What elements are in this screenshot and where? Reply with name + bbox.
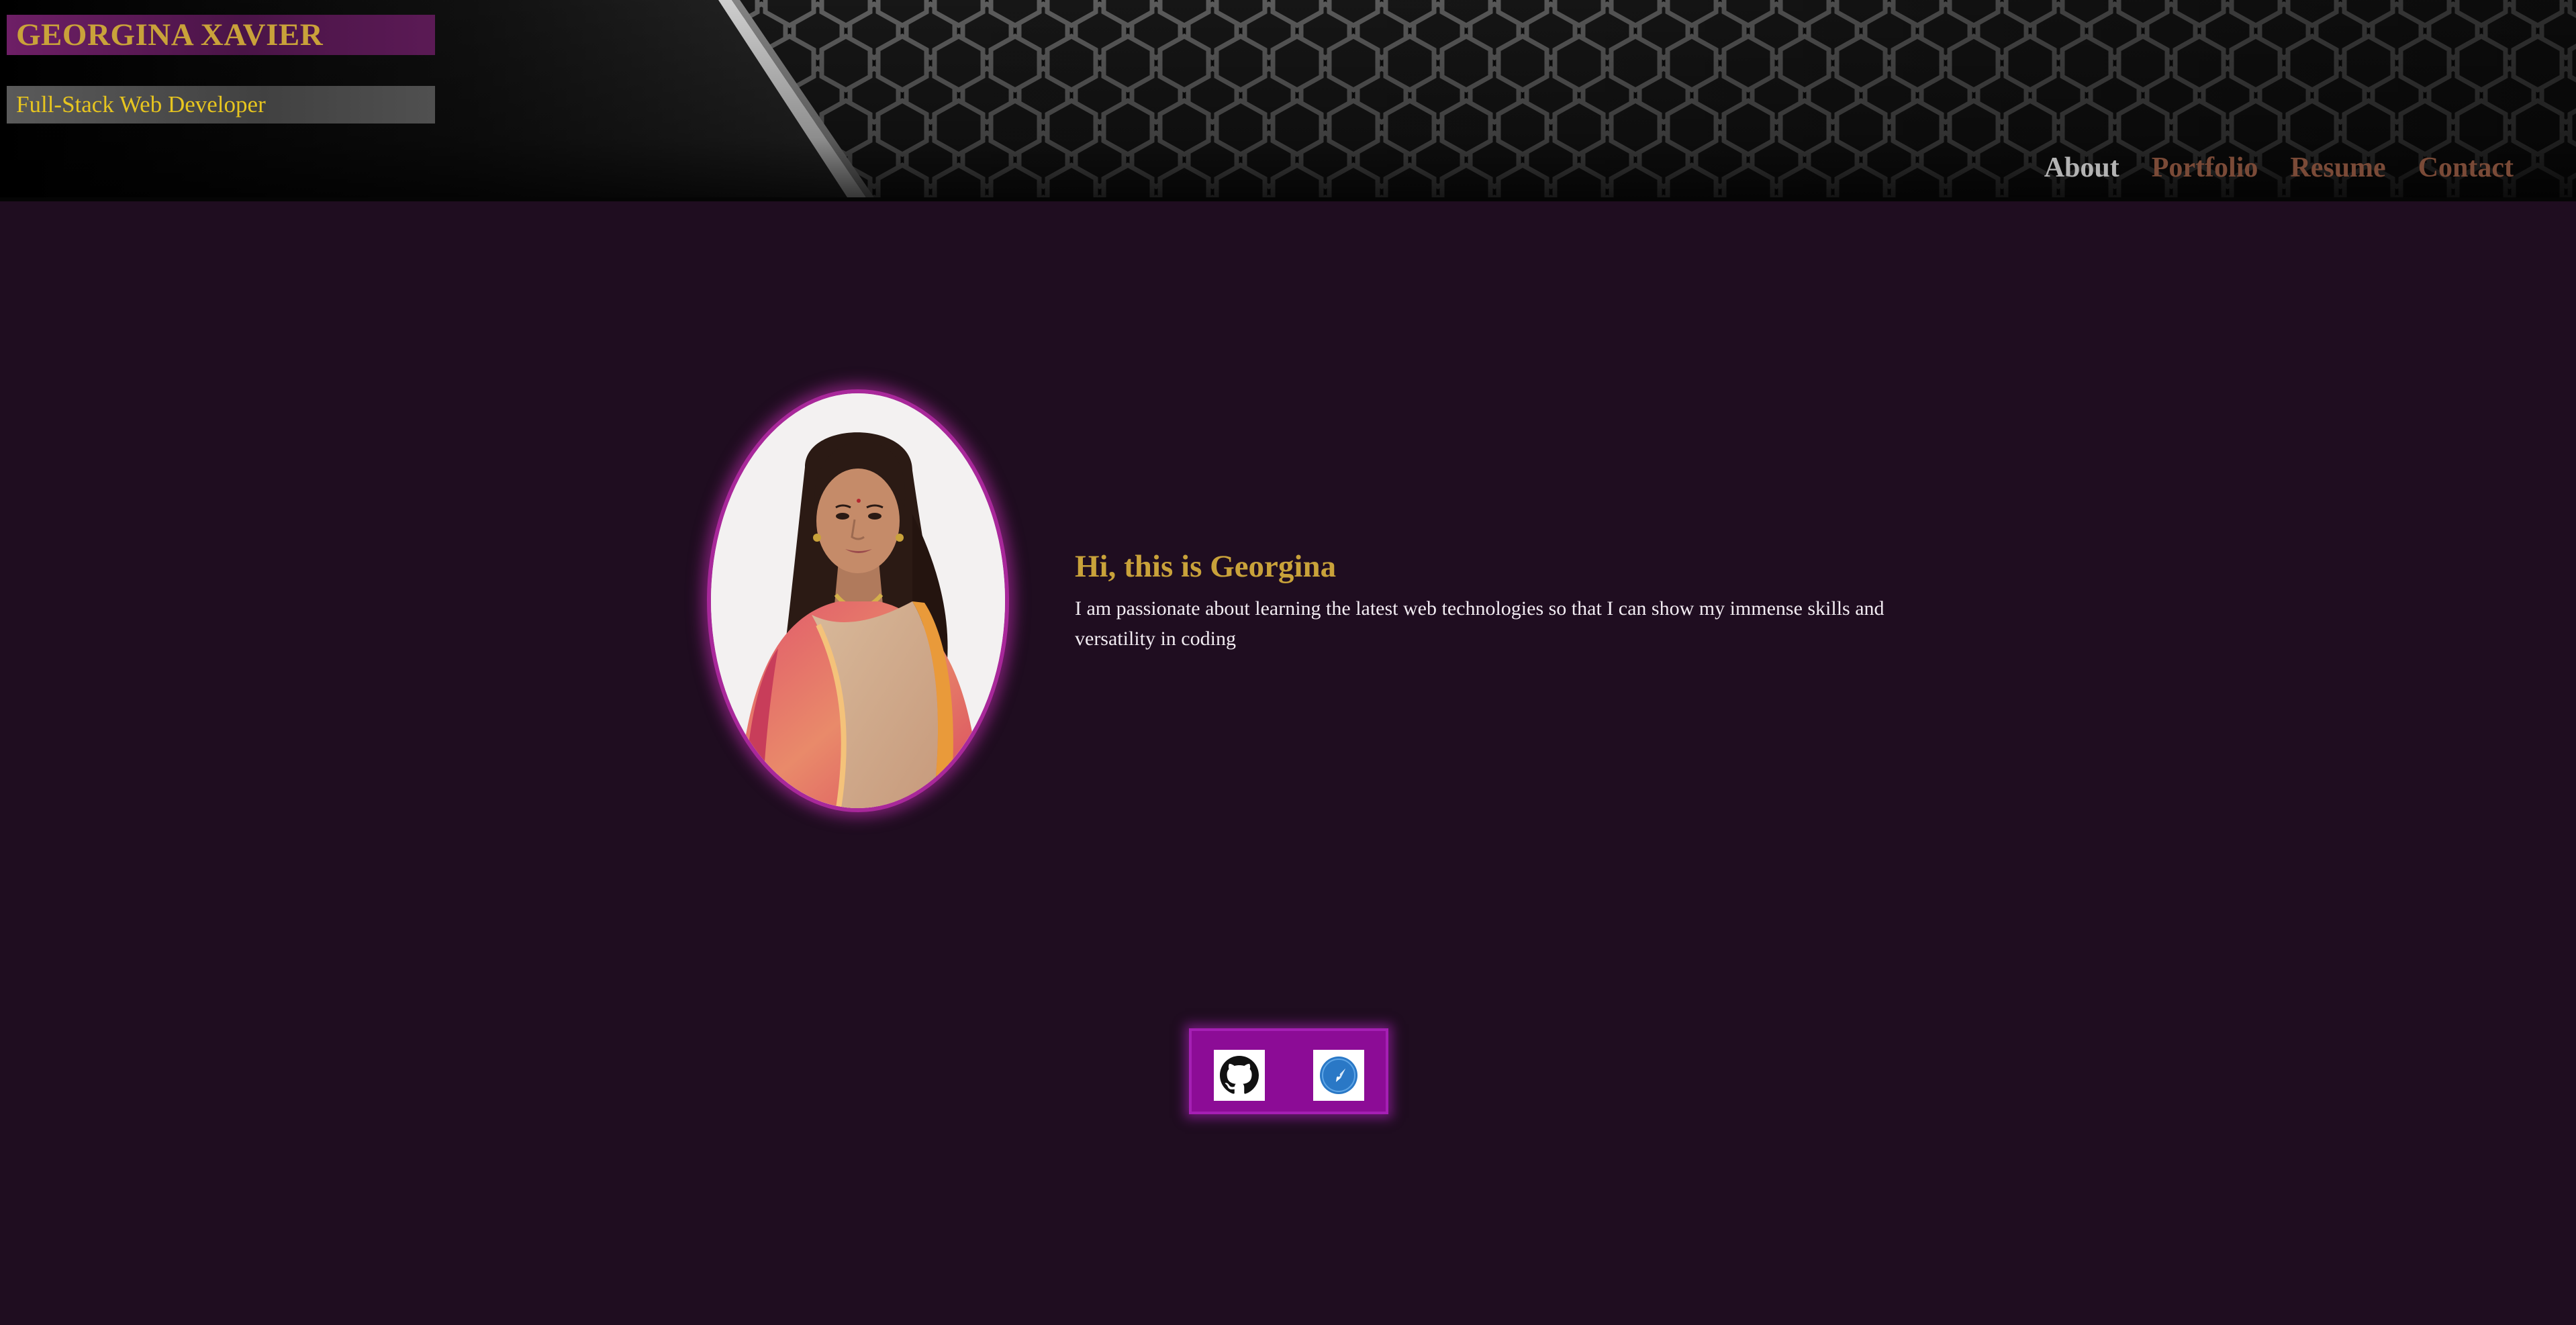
about-intro: Hi, this is Georgina I am passionate abo… (1075, 545, 1914, 654)
nav-portfolio-link[interactable]: Portfolio (2152, 148, 2258, 188)
compass-icon (1320, 1057, 1357, 1094)
github-icon (1220, 1056, 1259, 1094)
social-links (1189, 1028, 1388, 1114)
website-link[interactable] (1313, 1050, 1364, 1101)
github-link[interactable] (1214, 1050, 1265, 1101)
site-name: GEORGINA XAVIER (7, 15, 435, 55)
nav-resume-link[interactable]: Resume (2290, 148, 2385, 188)
about-heading: Hi, this is Georgina (1075, 549, 1337, 584)
nav-contact-link[interactable]: Contact (2418, 148, 2514, 188)
about-description: I am passionate about learning the lates… (1075, 597, 1885, 650)
site-header: GEORGINA XAVIER Full-Stack Web Developer… (0, 0, 2576, 201)
profile-photo (707, 389, 1009, 812)
site-tagline: Full-Stack Web Developer (7, 86, 435, 124)
portrait-illustration (711, 393, 1005, 808)
nav-about-link[interactable]: About (2044, 148, 2119, 188)
main-nav: About Portfolio Resume Contact (2044, 148, 2514, 188)
